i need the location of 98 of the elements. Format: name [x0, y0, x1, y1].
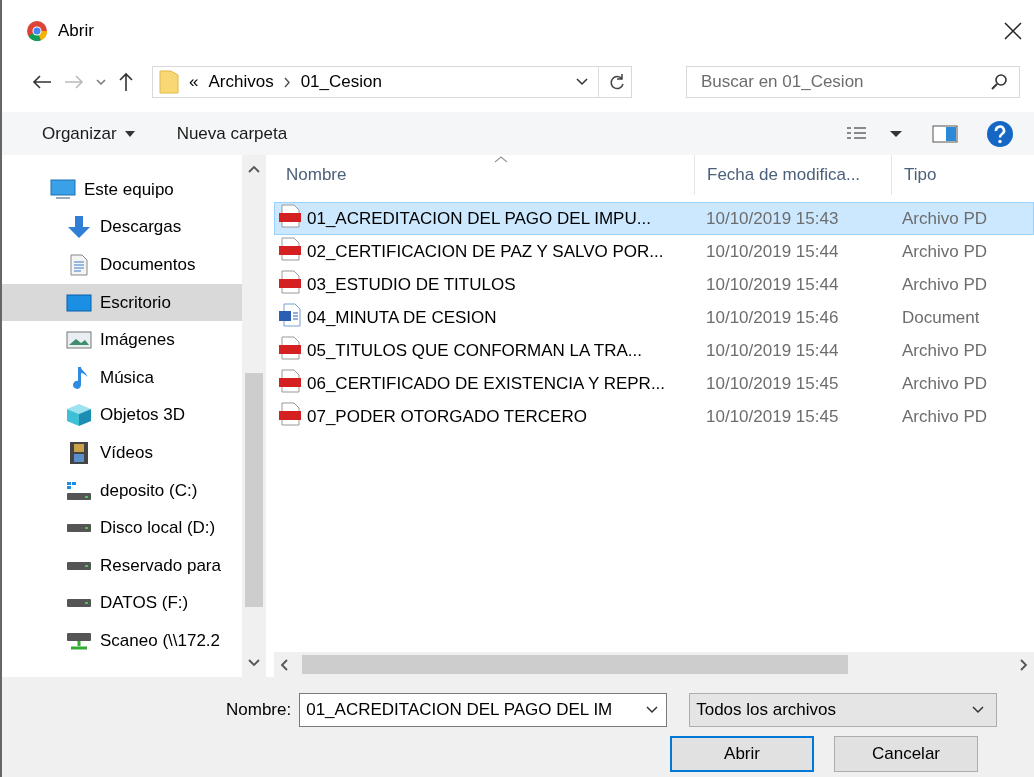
pdf-file-icon — [279, 369, 301, 393]
overflow-chevron[interactable]: « — [189, 72, 199, 92]
picture-icon — [66, 331, 92, 350]
date-cell-text: 10/10/2019 15:44 — [705, 274, 840, 295]
folder-icon — [159, 70, 179, 94]
chevron-down-icon[interactable] — [576, 78, 588, 86]
file-type-dropdown[interactable]: Todos los archivos — [689, 693, 998, 727]
sidebar-item[interactable]: Música — [2, 358, 242, 397]
scroll-down-icon[interactable] — [248, 659, 260, 667]
file-name: 07_PODER OTORGADO TERCERO — [307, 406, 587, 427]
type-cell-text: Archivo PD — [901, 406, 988, 427]
type-cell-text: Document — [901, 307, 980, 328]
date-cell-text: 10/10/2019 15:45 — [705, 373, 840, 394]
close-icon[interactable] — [1004, 22, 1022, 40]
chevron-down-icon[interactable] — [646, 706, 659, 714]
type-cell-text: Archivo PD — [901, 208, 988, 229]
window-title: Abrir — [58, 21, 95, 41]
type-cell-text: Archivo PD — [901, 340, 988, 361]
file-row[interactable]: 06_CERTIFICADO DE EXISTENCIA Y REPR... 10/10/2019 15:45 Archivo PD — [274, 367, 1034, 400]
view-options-icon[interactable] — [846, 125, 904, 142]
sidebar-item[interactable]: Reservado para — [2, 546, 242, 585]
breadcrumb-item[interactable]: 01_Cesion — [300, 72, 382, 92]
pdf-file-icon — [279, 237, 301, 261]
open-button[interactable]: Abrir — [670, 736, 814, 772]
preview-pane-icon[interactable] — [932, 124, 958, 143]
chevron-right-icon — [283, 76, 291, 88]
file-name: 01_ACREDITACION DEL PAGO DEL IMPU... — [307, 208, 651, 229]
vertical-scrollbar[interactable] — [242, 155, 266, 677]
sidebar-item[interactable]: Vídeos — [2, 434, 242, 472]
desktop-icon — [66, 293, 92, 312]
sidebar-item[interactable]: deposito (C:) — [2, 471, 242, 510]
breadcrumb-item[interactable]: Archivos — [208, 72, 274, 92]
column-header[interactable]: Nombre — [274, 155, 695, 195]
date-cell-text: 10/10/2019 15:46 — [705, 307, 840, 328]
file-name: 06_CERTIFICADO DE EXISTENCIA Y REPR... — [307, 373, 666, 394]
sidebar-item[interactable]: Documentos — [2, 246, 242, 284]
sidebar-item[interactable]: Escritorio — [2, 283, 242, 322]
sidebar-item[interactable]: Disco local (D:) — [2, 509, 242, 547]
file-row[interactable]: 04_MINUTA DE CESION 10/10/2019 15:46 Document — [274, 301, 1034, 334]
pdf-file-icon — [279, 402, 301, 426]
word-file-icon — [279, 303, 301, 327]
file-name-label: Nombre: — [226, 700, 292, 720]
date-cell-text: 10/10/2019 15:43 — [705, 208, 840, 229]
drive-icon — [66, 598, 92, 609]
horizontal-scrollbar[interactable] — [274, 652, 1034, 677]
type-cell-text: Archivo PD — [901, 274, 988, 295]
drive-icon — [66, 523, 92, 534]
sidebar-item[interactable]: Imágenes — [2, 321, 242, 359]
document-icon — [70, 254, 88, 276]
pdf-file-icon — [279, 270, 301, 294]
type-cell-text: Archivo PD — [901, 241, 988, 262]
back-arrow-icon[interactable] — [32, 74, 52, 90]
music-note-icon — [70, 365, 88, 390]
date-cell-text: 10/10/2019 15:44 — [705, 340, 840, 361]
browser-logo-icon — [26, 20, 48, 42]
file-row[interactable]: 02_CERTIFICACION DE PAZ Y SALVO POR... 10/10/2019 15:44 Archivo PD — [274, 235, 1034, 268]
type-cell-text: Archivo PD — [901, 373, 988, 394]
column-header[interactable]: Fecha de modifica... — [695, 155, 892, 195]
search-icon[interactable] — [991, 73, 1009, 91]
down-arrow-icon — [67, 215, 91, 240]
sidebar-item[interactable]: DATOS (F:) — [2, 584, 242, 623]
cube-icon — [66, 403, 92, 428]
date-cell-text: 10/10/2019 15:44 — [705, 241, 840, 262]
sidebar-item[interactable]: Este equipo — [2, 171, 242, 209]
sidebar-item[interactable]: Descargas — [2, 208, 242, 247]
file-row[interactable]: 03_ESTUDIO DE TITULOS 10/10/2019 15:44 Archivo PD — [274, 268, 1034, 301]
file-name-field[interactable]: 01_ACREDITACION DEL PAGO DEL IM — [299, 693, 668, 727]
network-drive-icon — [66, 631, 92, 650]
scroll-right-icon[interactable] — [1020, 658, 1028, 671]
scroll-up-icon[interactable] — [248, 165, 260, 173]
new-folder-button[interactable]: Nueva carpeta — [176, 123, 288, 144]
address-bar[interactable]: « Archivos 01_Cesion — [152, 66, 632, 98]
computer-icon — [50, 178, 76, 201]
organize-button[interactable]: Organizar — [42, 123, 135, 144]
pdf-file-icon — [279, 336, 301, 360]
help-icon[interactable] — [986, 119, 1014, 148]
chevron-down-icon[interactable] — [972, 706, 985, 714]
scroll-left-icon[interactable] — [280, 658, 288, 671]
pdf-file-icon — [279, 204, 301, 228]
drive-icon — [66, 480, 92, 501]
drive-icon — [66, 560, 92, 571]
sidebar-item[interactable]: Scaneo (\\172.2 — [2, 622, 242, 660]
caret-icon — [124, 130, 135, 137]
file-row[interactable]: 05_TITULOS QUE CONFORMAN LA TRA... 10/10/2019 15:44 Archivo PD — [274, 334, 1034, 367]
date-cell-text: 10/10/2019 15:45 — [705, 406, 840, 427]
search-field[interactable]: Buscar en 01_Cesion — [686, 66, 1020, 98]
file-name: 03_ESTUDIO DE TITULOS — [307, 274, 516, 295]
column-header[interactable]: Tipo — [892, 155, 937, 195]
file-row[interactable]: 01_ACREDITACION DEL PAGO DEL IMPU... 10/10/2019 15:43 Archivo PD — [274, 202, 1034, 235]
file-name: 02_CERTIFICACION DE PAZ Y SALVO POR... — [307, 241, 664, 262]
file-name: 04_MINUTA DE CESION — [307, 307, 497, 328]
cancel-button[interactable]: Cancelar — [834, 736, 978, 772]
up-arrow-icon[interactable] — [118, 72, 134, 92]
file-row[interactable]: 07_PODER OTORGADO TERCERO 10/10/2019 15:45 Archivo PD — [274, 400, 1034, 433]
film-icon — [69, 440, 89, 465]
refresh-icon[interactable] — [609, 73, 625, 91]
sidebar-item[interactable]: Objetos 3D — [2, 396, 242, 435]
file-name: 05_TITULOS QUE CONFORMAN LA TRA... — [307, 340, 643, 361]
